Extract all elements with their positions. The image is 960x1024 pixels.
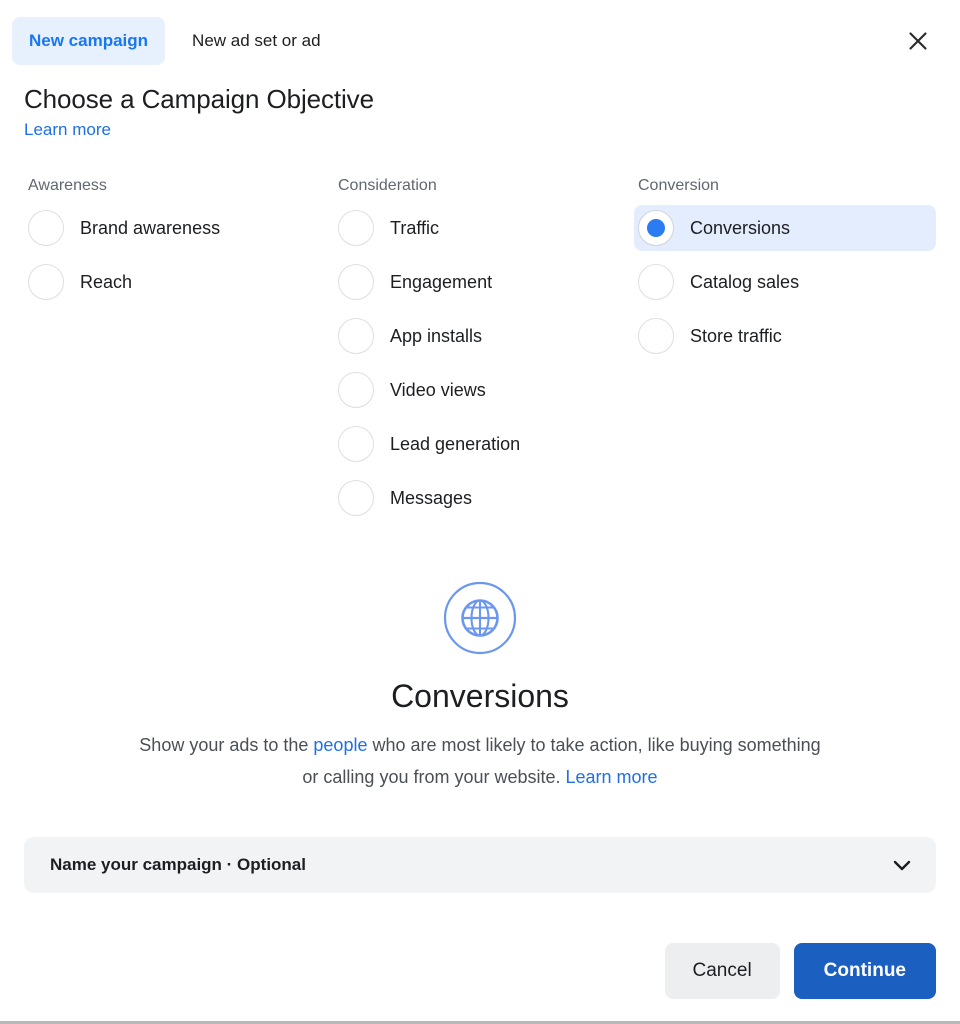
objective-option-label: Traffic — [390, 218, 440, 238]
title-block: Choose a Campaign Objective Learn more — [0, 68, 960, 140]
page-title: Choose a Campaign Objective — [24, 84, 374, 114]
objective-option-label: Messages — [390, 488, 473, 508]
radio-icon — [338, 426, 374, 462]
preview-title: Conversions — [391, 678, 569, 714]
dialog-header: New campaign New ad set or ad — [0, 0, 960, 68]
radio-icon — [28, 264, 64, 300]
dialog-footer: Cancel Continue — [0, 943, 960, 1021]
objective-option-messages[interactable]: Messages — [334, 475, 634, 521]
objective-column-conversion: Conversion Conversions Catalog sales Sto… — [634, 176, 936, 529]
preview-learn-more-link[interactable]: Learn more — [566, 767, 658, 787]
radio-icon — [338, 372, 374, 408]
tab-new-ad-set-or-ad[interactable]: New ad set or ad — [175, 17, 338, 65]
preview-description: Show your ads to the people who are most… — [135, 729, 825, 793]
objective-option-label: Reach — [80, 272, 133, 292]
close-button[interactable] — [904, 27, 932, 55]
radio-icon — [28, 210, 64, 246]
radio-icon — [338, 264, 374, 300]
column-label-consideration: Consideration — [338, 177, 437, 194]
objective-option-catalog-sales[interactable]: Catalog sales — [634, 259, 936, 305]
radio-icon — [338, 318, 374, 354]
objective-option-label: Conversions — [690, 218, 791, 238]
objective-option-brand-awareness[interactable]: Brand awareness — [24, 205, 334, 251]
objective-option-engagement[interactable]: Engagement — [334, 259, 634, 305]
campaign-objective-dialog: New campaign New ad set or ad Choose a C… — [0, 0, 960, 1024]
preview-people-link[interactable]: people — [313, 735, 367, 755]
radio-icon — [338, 210, 374, 246]
objective-option-app-installs[interactable]: App installs — [334, 313, 634, 359]
radio-icon — [338, 480, 374, 516]
objective-option-label: Brand awareness — [80, 218, 221, 238]
objective-option-label: Catalog sales — [690, 272, 800, 292]
objective-option-label: Engagement — [390, 272, 493, 292]
hero-icon-wrap — [0, 581, 960, 655]
chevron-down-glyph — [893, 860, 911, 871]
continue-button[interactable]: Continue — [793, 943, 936, 999]
radio-icon — [638, 318, 674, 354]
objective-column-consideration: Consideration Traffic Engagement App ins… — [334, 176, 634, 529]
preview-description-part: who are most likely to take action, like… — [302, 735, 821, 787]
objective-option-lead-generation[interactable]: Lead generation — [334, 421, 634, 467]
objective-option-label: Video views — [390, 380, 486, 400]
objective-option-label: App installs — [390, 326, 483, 346]
objective-option-traffic[interactable]: Traffic — [334, 205, 634, 251]
objective-columns: Awareness Brand awareness Reach Consider… — [0, 140, 960, 529]
cancel-button[interactable]: Cancel — [664, 943, 780, 999]
objective-option-label: Lead generation — [390, 434, 521, 454]
globe-icon — [443, 581, 517, 655]
tab-new-ad-set-or-ad-label: New ad set or ad — [192, 31, 321, 50]
radio-dot — [647, 219, 665, 237]
column-label-awareness: Awareness — [28, 177, 107, 194]
objective-preview: Conversions Show your ads to the people … — [0, 529, 960, 793]
radio-selected-icon — [638, 210, 674, 246]
chevron-down-icon[interactable] — [890, 853, 914, 877]
tab-new-campaign-label: New campaign — [29, 31, 149, 50]
tab-new-campaign[interactable]: New campaign — [12, 17, 166, 65]
objective-option-conversions[interactable]: Conversions — [634, 205, 936, 251]
objective-option-video-views[interactable]: Video views — [334, 367, 634, 413]
preview-description-part: Show your ads to the — [139, 735, 314, 755]
column-label-conversion: Conversion — [638, 177, 719, 194]
campaign-name-accordion[interactable]: Name your campaign · Optional — [24, 837, 936, 893]
objective-option-store-traffic[interactable]: Store traffic — [634, 313, 936, 359]
objective-option-label: Store traffic — [690, 326, 782, 346]
radio-icon — [638, 264, 674, 300]
objective-option-reach[interactable]: Reach — [24, 259, 334, 305]
learn-more-link[interactable]: Learn more — [24, 120, 111, 140]
objective-column-awareness: Awareness Brand awareness Reach — [24, 176, 334, 529]
campaign-name-accordion-label: Name your campaign · Optional — [50, 855, 306, 874]
close-icon — [909, 32, 927, 50]
